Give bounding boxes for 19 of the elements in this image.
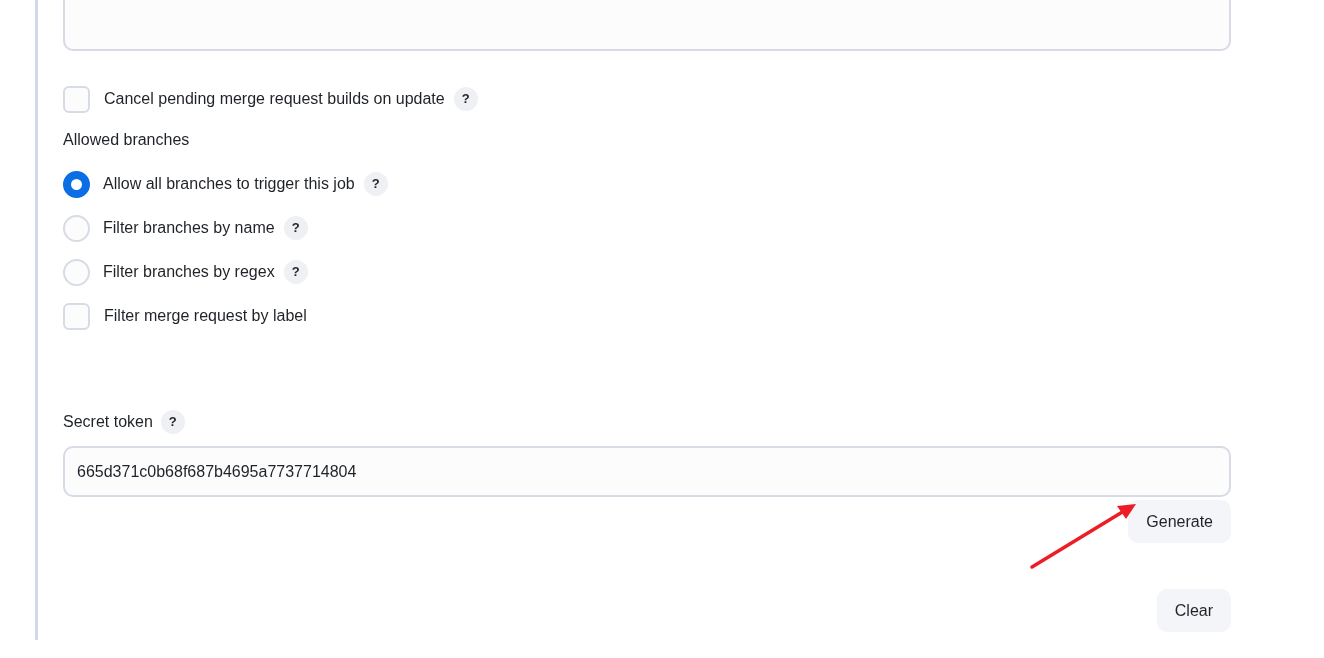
token-field[interactable]: 665d371c0b68f687b4695a7737714804: [63, 446, 1231, 497]
clear-button[interactable]: Clear: [1156, 589, 1231, 632]
help-icon[interactable]: ?: [283, 260, 308, 284]
help-icon[interactable]: ?: [160, 410, 185, 434]
radio-button[interactable]: [63, 170, 90, 198]
help-icon[interactable]: ?: [453, 87, 478, 111]
option-label: Allow all branches to trigger this job: [103, 174, 355, 194]
help-icon[interactable]: ?: [363, 172, 388, 196]
checkbox[interactable]: [63, 85, 90, 113]
text-field[interactable]: [63, 0, 1231, 51]
option-label: Filter branches by regex: [103, 262, 275, 282]
option-label: Filter merge request by label: [104, 306, 307, 326]
checkbox[interactable]: [63, 302, 90, 330]
option-label: Cancel pending merge request builds on update: [104, 89, 445, 109]
section-label: Allowed branches: [63, 130, 190, 150]
help-icon[interactable]: ?: [283, 216, 308, 240]
option-label: Filter branches by name: [103, 218, 275, 238]
field-label: Secret token: [63, 412, 153, 432]
generate-button[interactable]: Generate: [1128, 500, 1231, 543]
